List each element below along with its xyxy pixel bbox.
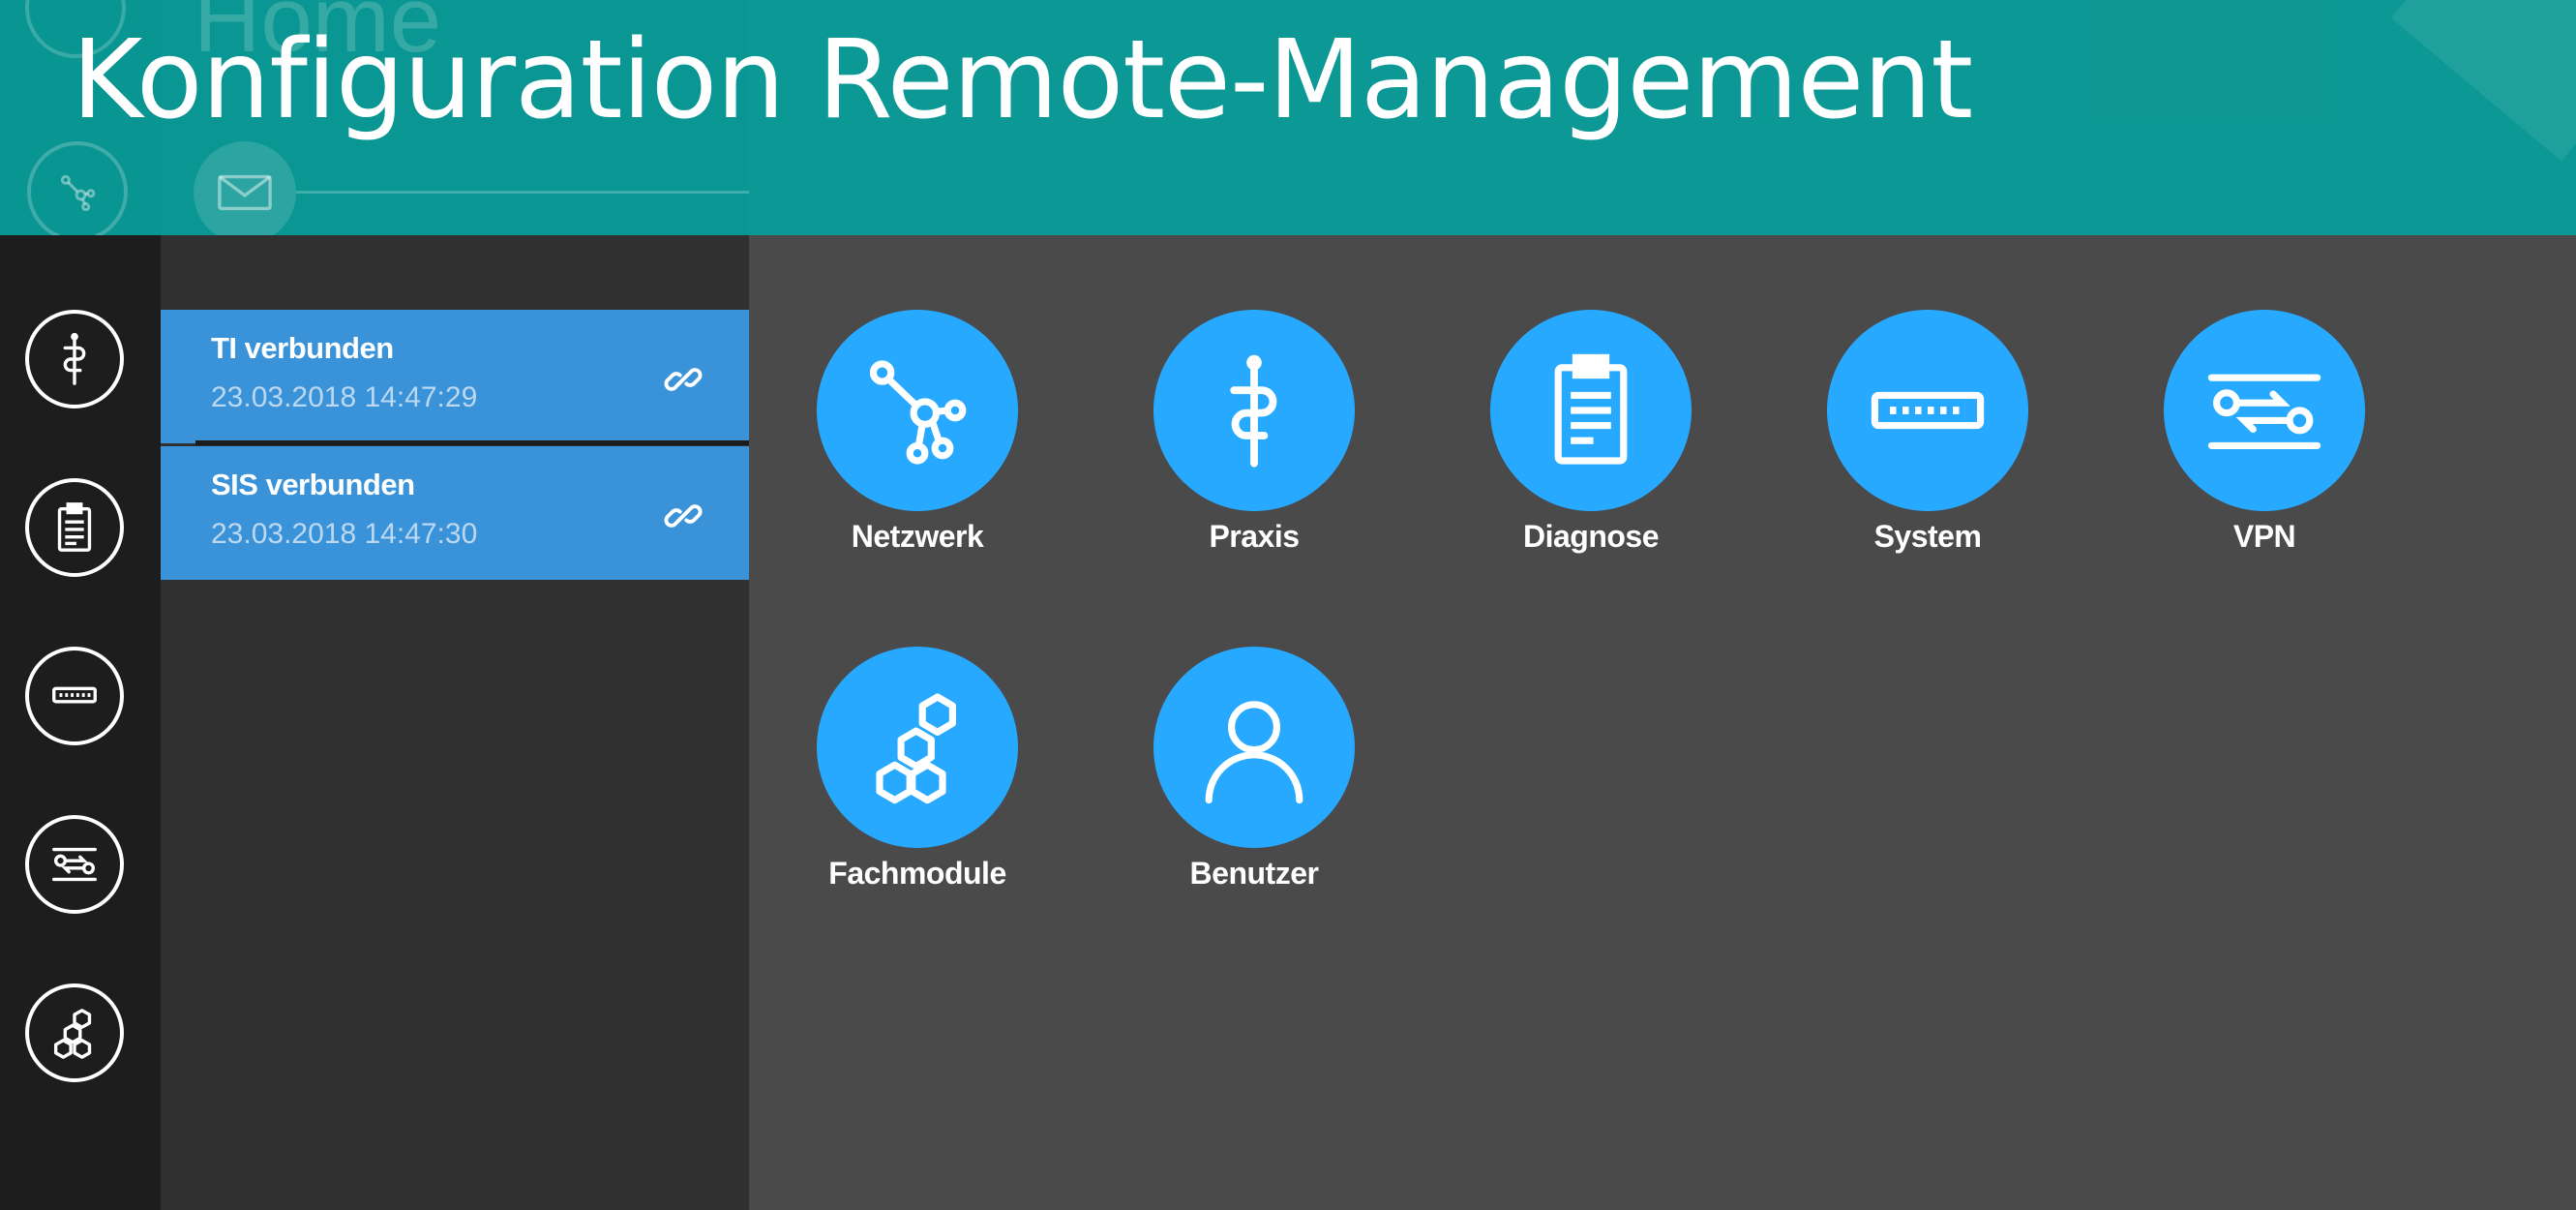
- tile-netzwerk[interactable]: Netzwerk: [792, 310, 1043, 555]
- mail-button[interactable]: [194, 141, 296, 235]
- network-icon: [60, 174, 96, 212]
- link-icon: [664, 368, 703, 391]
- rail-diagnose-button[interactable]: [25, 478, 124, 577]
- tile-system[interactable]: System: [1802, 310, 2053, 555]
- vpn-icon: [2207, 374, 2321, 449]
- header-divider: [296, 191, 749, 194]
- tile-label: Benutzer: [1189, 856, 1319, 891]
- banner-title: Konfiguration Remote-Management: [72, 17, 1973, 143]
- rail-system-button[interactable]: [25, 647, 124, 745]
- caduceus-icon: [63, 332, 86, 385]
- clipboard-icon: [57, 502, 92, 552]
- network-icon: [869, 360, 967, 465]
- hexagons-icon: [53, 1009, 92, 1059]
- rail-netzwerk-button[interactable]: [27, 141, 128, 235]
- status-item-sis[interactable]: SIS verbunden 23.03.2018 14:47:30: [161, 446, 749, 580]
- router-icon: [52, 686, 97, 704]
- hexagons-icon: [876, 693, 956, 804]
- tile-label: System: [1873, 519, 1982, 554]
- tile-vpn[interactable]: VPN: [2139, 310, 2390, 555]
- rail-vpn-button[interactable]: [25, 815, 124, 914]
- title-banner: Home Konfiguration Remote-Management: [0, 0, 2576, 235]
- router-icon: [1871, 391, 1985, 430]
- tile-netzwerk-circle[interactable]: [817, 310, 1018, 511]
- tile-fachmodule[interactable]: Fachmodule: [792, 647, 1043, 892]
- tile-label: Praxis: [1209, 519, 1300, 554]
- status-item-ti[interactable]: TI verbunden 23.03.2018 14:47:29: [161, 310, 749, 443]
- tile-diagnose[interactable]: Diagnose: [1465, 310, 1717, 555]
- corner-decoration: [2390, 0, 2576, 162]
- tile-praxis[interactable]: Praxis: [1128, 310, 1380, 555]
- status-divider: [195, 440, 749, 445]
- tile-benutzer[interactable]: Benutzer: [1128, 647, 1380, 892]
- caduceus-icon: [1230, 354, 1277, 468]
- tile-label: Netzwerk: [851, 519, 984, 554]
- user-icon: [1205, 701, 1303, 804]
- tile-benutzer-circle[interactable]: [1153, 647, 1355, 848]
- tile-label: VPN: [2232, 519, 2296, 554]
- tile-system-circle[interactable]: [1827, 310, 2028, 511]
- rail-fachmodule-button[interactable]: [25, 983, 124, 1082]
- link-icon: [664, 504, 703, 528]
- tile-label: Fachmodule: [828, 856, 1006, 891]
- clipboard-icon: [1554, 353, 1628, 465]
- tile-label: Diagnose: [1522, 519, 1660, 554]
- rail-praxis-button[interactable]: [25, 310, 124, 408]
- tile-fachmodule-circle[interactable]: [817, 647, 1018, 848]
- tile-diagnose-circle[interactable]: [1490, 310, 1692, 511]
- vpn-icon: [52, 847, 97, 882]
- tile-vpn-circle[interactable]: [2164, 310, 2365, 511]
- mail-icon: [218, 174, 272, 211]
- tile-praxis-circle[interactable]: [1153, 310, 1355, 511]
